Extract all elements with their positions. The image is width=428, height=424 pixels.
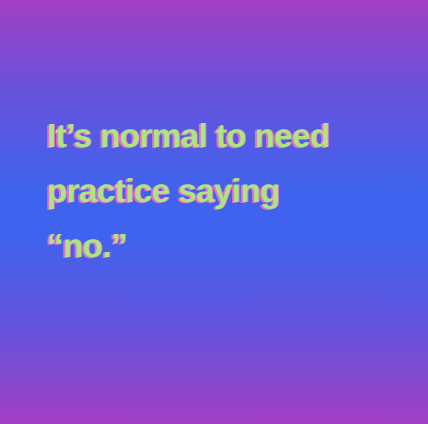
quote-text: It’s normal to need practice saying “no.… — [47, 108, 417, 273]
quote-line-2: practice saying — [47, 172, 280, 209]
quote-line-3: “no.” — [47, 227, 127, 264]
quote-line-1: It’s normal to need — [47, 117, 330, 154]
quote-card: It’s normal to need practice saying “no.… — [0, 0, 428, 424]
